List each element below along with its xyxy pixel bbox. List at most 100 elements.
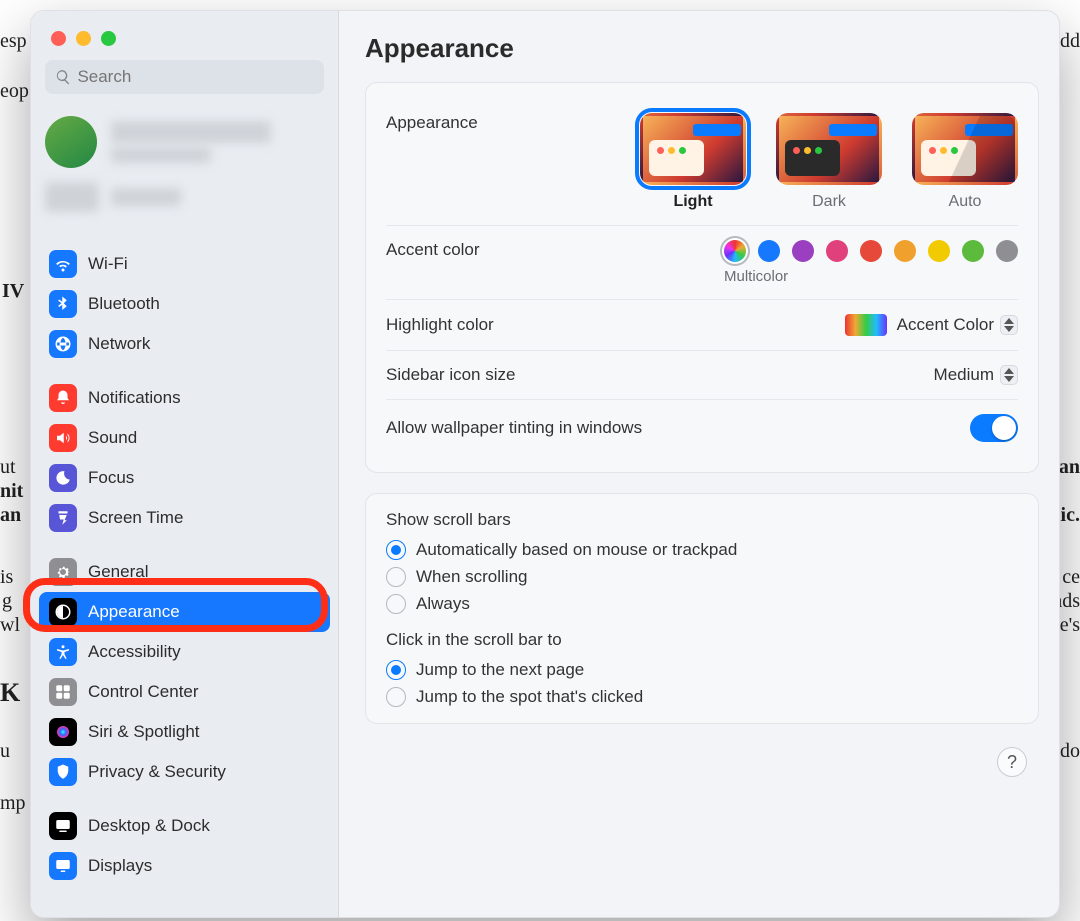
- radio-icon: [386, 567, 406, 587]
- scrollclick-title: Click in the scroll bar to: [386, 630, 1018, 650]
- bg-text: an: [1059, 456, 1080, 479]
- minimize-icon[interactable]: [76, 31, 91, 46]
- appearance-option-light[interactable]: Light: [640, 113, 746, 211]
- radio-option[interactable]: Jump to the next page: [386, 660, 1018, 680]
- panel-appearance: Appearance Light Dark Auto: [365, 82, 1039, 473]
- account-name: name: [111, 121, 271, 143]
- help-button[interactable]: ?: [997, 747, 1027, 777]
- accent-swatch[interactable]: [792, 240, 814, 262]
- radio-option[interactable]: Always: [386, 594, 1018, 614]
- appearance-option-auto[interactable]: Auto: [912, 113, 1018, 211]
- bg-text: K: [0, 678, 20, 708]
- sidebar-size-label: Sidebar icon size: [386, 365, 515, 385]
- sidebar-item-displays[interactable]: Displays: [39, 846, 330, 886]
- sidebar-item-label: Notifications: [88, 388, 181, 408]
- sidebar-item-privacy-security[interactable]: Privacy & Security: [39, 752, 330, 792]
- bg-text: ut: [0, 456, 16, 479]
- sidebar-item-label: Desktop & Dock: [88, 816, 210, 836]
- accent-swatch[interactable]: [996, 240, 1018, 262]
- radio-option[interactable]: When scrolling: [386, 567, 1018, 587]
- sidebar-item-bluetooth[interactable]: Bluetooth: [39, 284, 330, 324]
- sidebar-item-control-center[interactable]: Control Center: [39, 672, 330, 712]
- accent-label: Accent color: [386, 240, 480, 260]
- appearance-thumbs: Light Dark Auto: [640, 113, 1018, 211]
- radio-label: Always: [416, 594, 470, 614]
- appearance-label: Appearance: [386, 113, 478, 133]
- accent-swatch[interactable]: [758, 240, 780, 262]
- notifications-icon: [49, 384, 77, 412]
- scrollbars-title: Show scroll bars: [386, 510, 1018, 530]
- close-icon[interactable]: [51, 31, 66, 46]
- radio-label: When scrolling: [416, 567, 528, 587]
- bg-text: an: [0, 504, 21, 527]
- sidebar-item-notifications[interactable]: Notifications: [39, 378, 330, 418]
- accent-swatch[interactable]: [928, 240, 950, 262]
- sound-icon: [49, 424, 77, 452]
- window-controls: [31, 23, 338, 60]
- highlight-swatch: [845, 314, 887, 336]
- network-icon: [49, 330, 77, 358]
- sidebar-size-value: Medium: [934, 365, 994, 385]
- sidebar-item-siri-spotlight[interactable]: Siri & Spotlight: [39, 712, 330, 752]
- accent-swatch[interactable]: [826, 240, 848, 262]
- radio-label: Jump to the next page: [416, 660, 584, 680]
- sidebar-item-label: Bluetooth: [88, 294, 160, 314]
- page-title: Appearance: [365, 33, 1039, 64]
- sidebar-item-label: Screen Time: [88, 508, 183, 528]
- sidebar-item-label: General: [88, 562, 148, 582]
- bg-text: mp: [0, 792, 26, 815]
- accent-swatch[interactable]: [894, 240, 916, 262]
- bg-text: eop: [0, 80, 29, 103]
- highlight-label: Highlight color: [386, 315, 494, 335]
- sidebar-item-accessibility[interactable]: Accessibility: [39, 632, 330, 672]
- control-center-icon: [49, 678, 77, 706]
- radio-option[interactable]: Jump to the spot that's clicked: [386, 687, 1018, 707]
- search-icon: [55, 68, 71, 86]
- zoom-icon[interactable]: [101, 31, 116, 46]
- appearance-icon: [49, 598, 77, 626]
- sidebar-item-wi-fi[interactable]: Wi-Fi: [39, 244, 330, 284]
- siri-spotlight-icon: [49, 718, 77, 746]
- tint-toggle[interactable]: [970, 414, 1018, 442]
- bg-text: e's: [1060, 614, 1080, 637]
- tint-label: Allow wallpaper tinting in windows: [386, 418, 642, 438]
- sidebar-item-label: Siri & Spotlight: [88, 722, 200, 742]
- bg-text: g: [2, 590, 12, 613]
- highlight-value: Accent Color: [897, 315, 994, 335]
- privacy-security-icon: [49, 758, 77, 786]
- sidebar-item-label: Privacy & Security: [88, 762, 226, 782]
- sidebar-item-network[interactable]: Network: [39, 324, 330, 364]
- accent-swatches: [724, 240, 1018, 262]
- settings-window: name sub f Wi-Fi Bluetooth Network Notific…: [30, 10, 1060, 918]
- sidebar-item-screen-time[interactable]: Screen Time: [39, 498, 330, 538]
- radio-icon: [386, 594, 406, 614]
- sidebar-item-desktop-dock[interactable]: Desktop & Dock: [39, 806, 330, 846]
- sidebar-item-label: Accessibility: [88, 642, 181, 662]
- sidebar-item-appearance[interactable]: Appearance: [39, 592, 330, 632]
- radio-label: Jump to the spot that's clicked: [416, 687, 643, 707]
- account-sub: sub: [111, 147, 211, 163]
- bg-text: nit: [0, 480, 23, 503]
- account-row[interactable]: name sub: [31, 110, 338, 178]
- sidebar-item-label: Wi-Fi: [88, 254, 128, 274]
- sidebar-list: Wi-Fi Bluetooth Network Notifications Sound…: [31, 226, 338, 917]
- accent-swatch[interactable]: [724, 240, 746, 262]
- avatar: [45, 116, 97, 168]
- accent-swatch[interactable]: [860, 240, 882, 262]
- accent-swatch[interactable]: [962, 240, 984, 262]
- family-label: f: [111, 188, 181, 206]
- search-field[interactable]: [45, 60, 324, 94]
- search-input[interactable]: [77, 67, 314, 87]
- sidebar-item-focus[interactable]: Focus: [39, 458, 330, 498]
- highlight-select[interactable]: Accent Color: [897, 315, 1018, 335]
- radio-option[interactable]: Automatically based on mouse or trackpad: [386, 540, 1018, 560]
- focus-icon: [49, 464, 77, 492]
- sidebar-size-select[interactable]: Medium: [934, 365, 1018, 385]
- sidebar-item-sound[interactable]: Sound: [39, 418, 330, 458]
- sidebar-item-label: Sound: [88, 428, 137, 448]
- sidebar-item-general[interactable]: General: [39, 552, 330, 592]
- family-row[interactable]: f: [31, 178, 338, 226]
- bg-text: esp: [0, 30, 27, 53]
- appearance-option-dark[interactable]: Dark: [776, 113, 882, 211]
- main-content: Appearance Appearance Light Dark: [339, 11, 1059, 917]
